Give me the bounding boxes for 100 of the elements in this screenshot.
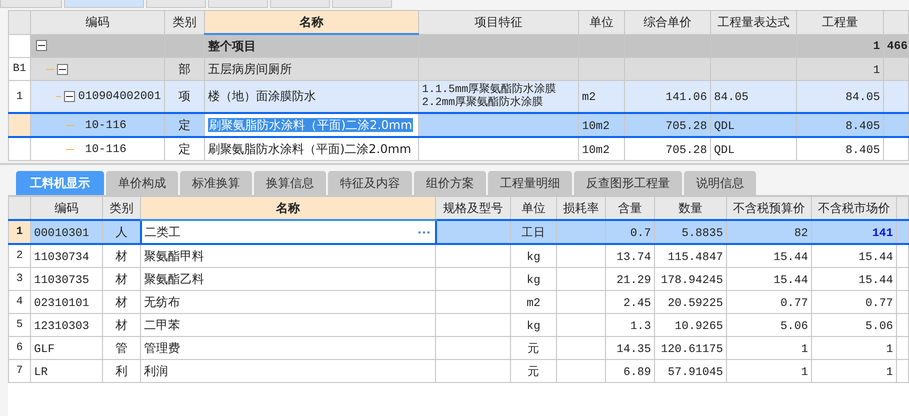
column-header[interactable]: 综合单价 bbox=[624, 10, 710, 34]
column-header[interactable]: 损耗率 bbox=[556, 196, 606, 220]
column-header[interactable]: 数量 bbox=[654, 196, 726, 220]
table-cell: 0.77 bbox=[865, 296, 893, 310]
tab[interactable]: 说明信息 bbox=[684, 171, 756, 195]
table-cell: 57.91045 bbox=[668, 366, 723, 378]
tab[interactable] bbox=[64, 0, 144, 8]
table-cell: 15.44 bbox=[858, 250, 893, 264]
table-cell: 管理费 bbox=[144, 340, 180, 356]
table-cell: 0.7 bbox=[630, 226, 651, 240]
tab[interactable]: 特征及内容 bbox=[328, 171, 412, 195]
collapse-icon[interactable] bbox=[64, 91, 76, 102]
tab[interactable] bbox=[208, 0, 268, 8]
collapse-icon[interactable] bbox=[57, 64, 68, 74]
tab[interactable]: 标准换算 bbox=[180, 171, 252, 195]
table-cell: 02310101 bbox=[34, 296, 90, 310]
table-cell: 利润 bbox=[144, 362, 168, 380]
table-cell: m2 bbox=[582, 91, 596, 104]
row-number: 6 bbox=[8, 336, 30, 360]
table-cell: kg bbox=[526, 320, 540, 332]
table-cell: 141.06 bbox=[666, 91, 707, 104]
table-cell: LR bbox=[34, 366, 48, 378]
column-header[interactable]: 编码 bbox=[30, 10, 164, 34]
table-cell: 材 bbox=[116, 248, 128, 262]
table-cell: 6.89 bbox=[623, 366, 651, 378]
table-cell: 115.4847 bbox=[668, 250, 723, 264]
column-header[interactable]: 单位 bbox=[510, 196, 556, 220]
table-cell: 1.3 bbox=[630, 320, 651, 332]
table-cell: 12310303 bbox=[34, 320, 90, 332]
table-cell: 10-116 bbox=[85, 118, 126, 132]
row-number: 5 bbox=[8, 314, 30, 336]
table-cell: 楼（地）面涂膜防水 bbox=[208, 89, 316, 103]
column-header[interactable]: 规格及型号 bbox=[436, 196, 510, 220]
tab[interactable]: 换算信息 bbox=[254, 171, 326, 195]
tab[interactable] bbox=[270, 0, 330, 8]
table-cell: 聚氨酯乙料 bbox=[144, 270, 204, 288]
more-icon[interactable] bbox=[418, 230, 430, 234]
table-cell: 10-116 bbox=[85, 142, 126, 156]
tab[interactable] bbox=[332, 0, 392, 8]
table-cell: 材 bbox=[116, 294, 128, 308]
table-cell: 人 bbox=[115, 224, 128, 238]
table-cell: 1 bbox=[886, 366, 893, 378]
table-cell: 15.44 bbox=[858, 274, 893, 286]
column-header[interactable]: 项目特征 bbox=[418, 10, 578, 34]
table-cell: 1 bbox=[801, 342, 808, 356]
tab[interactable]: 反查图形工程量 bbox=[574, 171, 682, 195]
table-cell: 20.59225 bbox=[668, 296, 723, 310]
column-header[interactable]: 类别 bbox=[102, 196, 140, 220]
tab[interactable]: 工程量明细 bbox=[488, 171, 572, 195]
table-cell: 84.05 bbox=[845, 91, 880, 104]
table-cell: 178.94245 bbox=[660, 274, 723, 286]
table-cell: 15.44 bbox=[773, 274, 808, 286]
table-cell: 8.405 bbox=[845, 144, 880, 156]
table-cell: 705.28 bbox=[666, 144, 707, 156]
table-cell: 二甲苯 bbox=[144, 316, 180, 334]
table-cell: 定 bbox=[178, 142, 190, 156]
table-cell: 二类工 bbox=[144, 224, 180, 240]
tab[interactable] bbox=[146, 0, 206, 8]
collapse-icon[interactable] bbox=[36, 40, 47, 52]
table-cell: QDL bbox=[714, 144, 735, 156]
table-cell: 元 bbox=[528, 342, 540, 356]
table-cell: 1 bbox=[801, 366, 808, 378]
table-cell: 聚氨酯甲料 bbox=[144, 248, 204, 264]
table-cell: 15.44 bbox=[773, 250, 808, 264]
table-cell: 466 bbox=[887, 40, 908, 54]
table-cell: 材 bbox=[116, 318, 128, 332]
column-header[interactable]: 编码 bbox=[30, 196, 102, 220]
table-cell: GLF bbox=[34, 342, 55, 356]
column-header[interactable]: 名称 bbox=[204, 10, 418, 34]
table-cell: 010904002001 bbox=[78, 90, 161, 103]
column-header[interactable]: 含量 bbox=[606, 196, 654, 220]
column-header[interactable]: 类别 bbox=[164, 10, 204, 34]
table-cell: 1 bbox=[873, 64, 880, 76]
table-cell: 整个项目 bbox=[208, 38, 256, 52]
table-cell: 利 bbox=[116, 364, 128, 378]
table-cell: 8.405 bbox=[845, 120, 880, 132]
column-header[interactable]: 不含税市场价 bbox=[812, 196, 896, 220]
column-header[interactable]: 工程量表达式 bbox=[710, 10, 796, 34]
table-cell: 刷聚氨脂防水涂料（平面)二涂2.0mm bbox=[208, 118, 414, 132]
table-cell: 部 bbox=[178, 62, 190, 76]
table-cell: 刷聚氨脂防水涂料（平面)二涂2.0mm bbox=[208, 142, 412, 156]
table-cell: 5.06 bbox=[865, 320, 893, 332]
table-cell: 10.9265 bbox=[674, 320, 723, 332]
column-header[interactable]: 名称 bbox=[140, 196, 436, 220]
row-number: B1 bbox=[12, 63, 26, 75]
column-header[interactable]: 单位 bbox=[578, 10, 624, 34]
table-cell: 5.8835 bbox=[682, 226, 723, 240]
row-number: 1 bbox=[8, 220, 30, 244]
column-header[interactable]: 工程量 bbox=[796, 10, 884, 34]
column-header[interactable]: 不含税预算价 bbox=[726, 196, 812, 220]
table-cell: 5.06 bbox=[780, 320, 808, 332]
table-cell: 0.77 bbox=[780, 296, 808, 310]
tab[interactable] bbox=[0, 0, 62, 8]
table-cell: 705.28 bbox=[666, 120, 707, 132]
tab[interactable]: 组价方案 bbox=[414, 171, 486, 195]
table-cell: 82 bbox=[794, 226, 808, 240]
table-cell: 120.61175 bbox=[660, 342, 723, 356]
table-cell: 元 bbox=[528, 366, 540, 378]
tab[interactable]: 单价构成 bbox=[106, 171, 178, 195]
table-cell: 2.45 bbox=[623, 296, 651, 310]
